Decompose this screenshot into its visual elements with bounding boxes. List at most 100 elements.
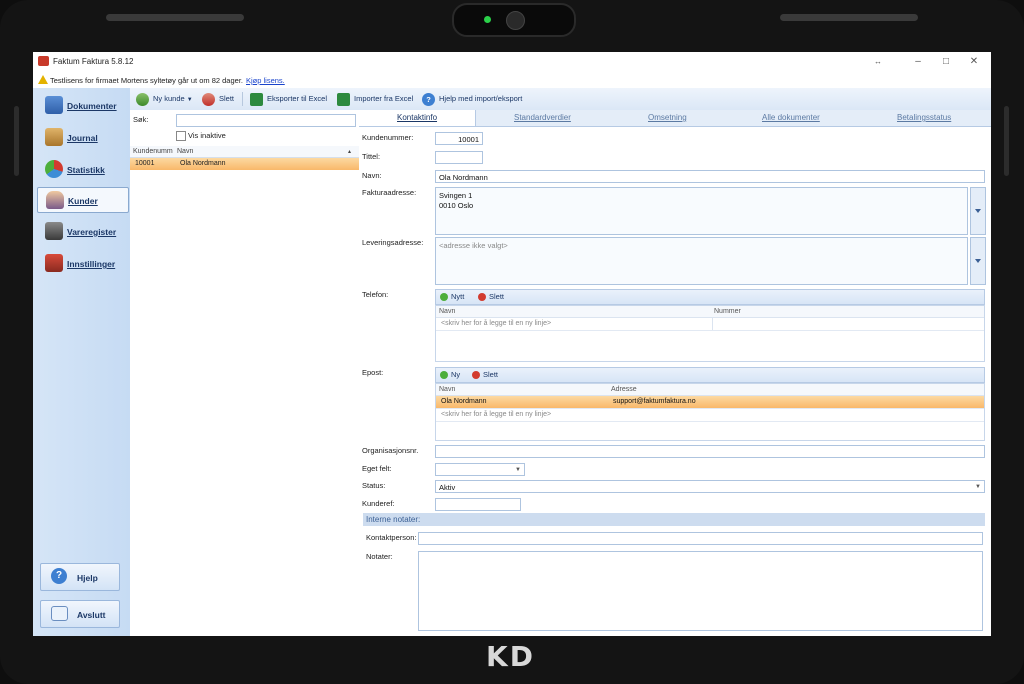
add-row-hint: <skriv her for å legge til en ny linje>: [441, 411, 552, 418]
app-window: Faktum Faktura 5.8.12 ↔ – □ ✕ Testlisens…: [33, 52, 991, 636]
title-label: Tittel:: [362, 152, 381, 161]
column-header-phone-number: Nummer: [714, 308, 741, 315]
invoice-address-field[interactable]: Svingen 1 0010 Oslo: [435, 187, 968, 235]
status-select[interactable]: Aktiv ▼: [435, 480, 985, 493]
contact-person-field[interactable]: [418, 532, 983, 545]
tab-betalingsstatus[interactable]: Betalingsstatus: [897, 113, 951, 122]
delivery-address-dropdown-button[interactable]: [970, 237, 986, 285]
import-export-help-button[interactable]: ? Hjelp med import/eksport: [422, 92, 522, 106]
customer-number-field[interactable]: 10001: [435, 132, 483, 145]
restore-arrows-icon[interactable]: ↔: [871, 55, 885, 69]
nav-item-statistikk[interactable]: Statistikk: [37, 157, 127, 181]
table-row[interactable]: 10001 Ola Nordmann: [130, 158, 359, 170]
custom-field-select[interactable]: ▼: [435, 463, 525, 476]
buy-license-link[interactable]: Kjøp lisens.: [246, 76, 285, 85]
org-number-label: Organisasjonsnr.: [362, 446, 419, 455]
side-button-right: [1004, 106, 1009, 176]
chevron-down-icon: ▼: [975, 484, 981, 490]
phone-label: Telefon:: [362, 290, 389, 299]
org-number-field[interactable]: [435, 445, 985, 458]
phone-toolbar: Nytt Slett: [435, 289, 985, 305]
custom-field-label: Eget felt:: [362, 464, 392, 473]
excel-icon: [337, 92, 350, 106]
main-navigation: Dokumenter Journal Statistikk Kunder Var…: [33, 88, 131, 636]
nav-label: Statistikk: [67, 165, 105, 175]
invoice-address-line1: Svingen 1: [439, 191, 473, 200]
tab-standardverdier[interactable]: Standardverdier: [514, 113, 571, 122]
documents-icon: [45, 96, 63, 114]
excel-icon: [250, 92, 263, 106]
pie-chart-icon: [45, 160, 63, 178]
detail-tabs: Kontaktinfo Standardverdier Omsetning Al…: [359, 110, 991, 127]
nav-item-vareregister[interactable]: Vareregister: [37, 219, 127, 243]
customer-toolbar: Ny kunde ▼ Slett Eksporter til Excel Imp…: [130, 88, 991, 111]
email-grid: Navn Adresse Ola Nordmann support@faktum…: [435, 383, 985, 441]
phone-delete-button[interactable]: Slett: [478, 292, 504, 302]
email-address-cell: support@faktumfaktura.no: [613, 398, 696, 405]
nav-item-kunder[interactable]: Kunder: [37, 187, 129, 213]
journal-book-icon: [45, 128, 63, 146]
import-excel-button[interactable]: Importer fra Excel: [337, 92, 413, 106]
exit-label: Avslutt: [77, 610, 106, 620]
name-field[interactable]: Ola Nordmann: [435, 170, 985, 183]
remove-user-icon: [202, 92, 215, 106]
add-user-icon: [136, 92, 149, 106]
chevron-down-icon: ▼: [515, 467, 521, 473]
speaker-grille-right: [780, 14, 918, 21]
products-box-icon: [45, 222, 63, 240]
email-add-row[interactable]: <skriv her for å legge til en ny linje>: [436, 409, 984, 422]
phone-add-row[interactable]: <skriv her for å legge til en ny linje>: [436, 318, 984, 331]
warning-icon: [38, 75, 48, 84]
close-button[interactable]: ✕: [967, 55, 981, 69]
email-delete-button[interactable]: Slett: [472, 370, 498, 380]
nav-item-journal[interactable]: Journal: [37, 125, 127, 149]
delivery-address-placeholder: <adresse ikke valgt>: [439, 241, 508, 250]
help-label: Hjelp: [77, 573, 98, 583]
customer-person-icon: [46, 191, 64, 209]
column-header-email-name: Navn: [439, 386, 456, 393]
column-header-number[interactable]: Kundenumm: [133, 148, 173, 155]
column-header-name[interactable]: Navn: [177, 148, 193, 155]
exit-button[interactable]: Avslutt: [40, 600, 120, 628]
customer-number-label: Kundenummer:: [362, 133, 414, 142]
chevron-down-icon: ▼: [186, 97, 193, 103]
minimize-button[interactable]: –: [911, 55, 925, 69]
email-new-button[interactable]: Ny: [440, 370, 460, 380]
export-excel-button[interactable]: Eksporter til Excel: [250, 92, 327, 106]
customer-number-cell: 10001: [135, 160, 155, 167]
help-question-icon: ?: [51, 568, 67, 584]
customer-name-cell: Ola Nordmann: [180, 160, 226, 167]
status-value: Aktiv: [439, 483, 456, 492]
maximize-button[interactable]: □: [939, 55, 953, 69]
delivery-address-field[interactable]: <adresse ikke valgt>: [435, 237, 968, 285]
invoice-address-line2: 0010 Oslo: [439, 201, 474, 210]
show-inactive-checkbox[interactable]: [176, 131, 186, 141]
delete-customer-button[interactable]: Slett: [202, 92, 234, 106]
add-row-hint: <skriv her for å legge til en ny linje>: [441, 320, 552, 327]
invoice-address-dropdown-button[interactable]: [970, 187, 986, 235]
help-button[interactable]: ? Hjelp: [40, 563, 120, 591]
tab-omsetning[interactable]: Omsetning: [648, 113, 687, 122]
speaker-grille-left: [106, 14, 244, 21]
search-label: Søk:: [133, 115, 149, 124]
table-row[interactable]: Ola Nordmann support@faktumfaktura.no: [436, 396, 984, 409]
sort-arrow-icon: ▴: [348, 149, 352, 155]
new-customer-button[interactable]: Ny kunde ▼: [136, 92, 193, 106]
show-inactive-label: Vis inaktive: [188, 131, 226, 140]
title-field[interactable]: [435, 151, 483, 164]
settings-house-icon: [45, 254, 63, 272]
tab-alle-dokumenter[interactable]: Alle dokumenter: [762, 113, 820, 122]
nav-item-dokumenter[interactable]: Dokumenter: [37, 93, 127, 117]
customer-ref-field[interactable]: [435, 498, 521, 511]
nav-item-innstillinger[interactable]: Innstillinger: [37, 251, 127, 275]
column-divider: [712, 318, 713, 330]
notes-textarea[interactable]: [418, 551, 983, 631]
nav-label: Kunder: [68, 196, 98, 206]
license-notice-text: Testlisens for firmaet Mortens syltetøy …: [50, 76, 243, 85]
license-notice-bar: Testlisens for firmaet Mortens syltetøy …: [33, 72, 991, 89]
search-input[interactable]: [176, 114, 356, 127]
tab-kontaktinfo[interactable]: Kontaktinfo: [397, 113, 437, 122]
column-header-email-address: Adresse: [611, 386, 637, 393]
email-label: Epost:: [362, 368, 384, 377]
phone-new-button[interactable]: Nytt: [440, 292, 464, 302]
